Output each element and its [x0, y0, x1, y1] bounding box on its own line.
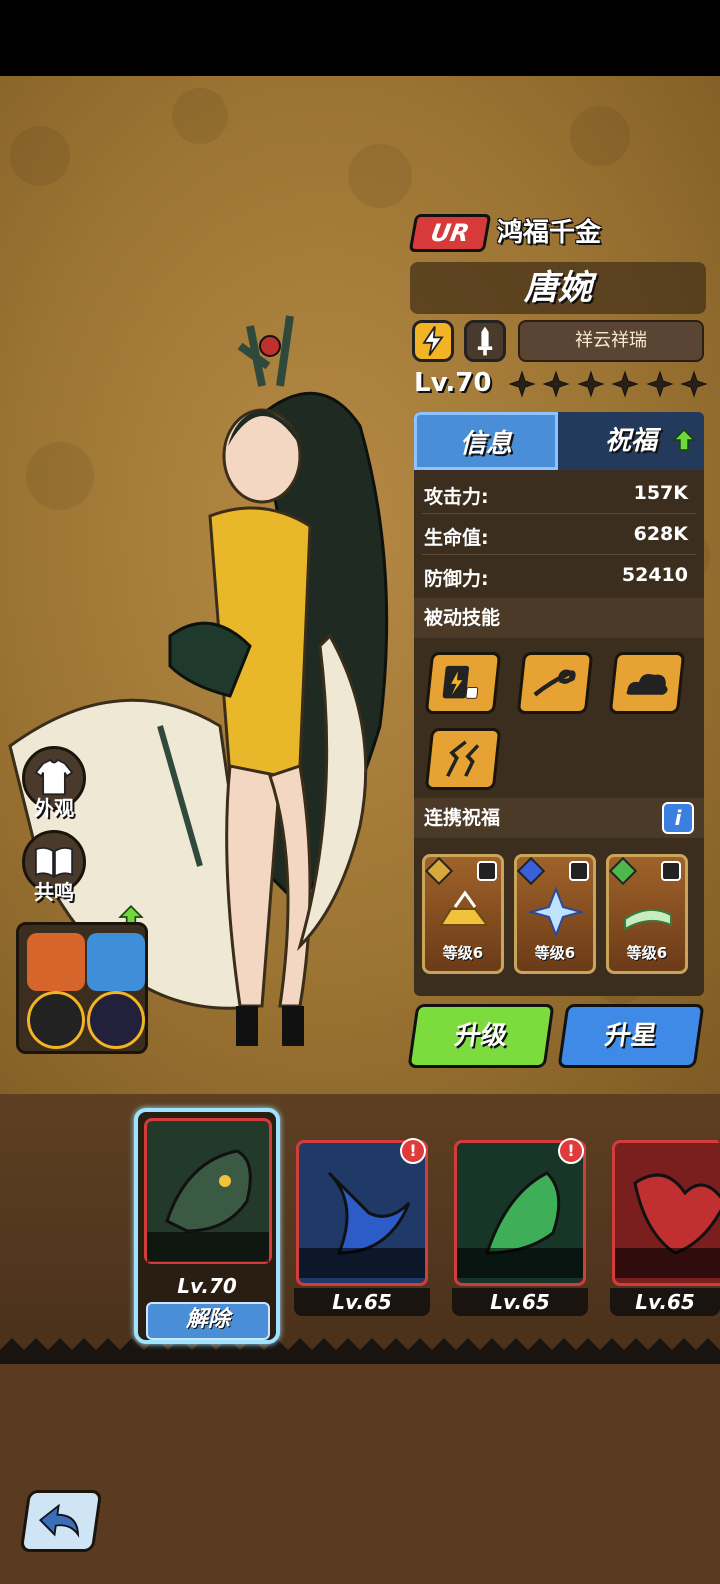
rarity-badge: UR: [408, 214, 492, 252]
appearance-label: 外观: [34, 796, 74, 820]
upgrade-button[interactable]: 升级: [407, 1004, 555, 1068]
mount-level: Lv.65: [294, 1288, 430, 1316]
hero-title: 鸿福千金: [497, 218, 602, 248]
tab-bless-label: 祝福: [604, 426, 657, 456]
heart-icon: [569, 861, 589, 881]
stat-defense-value: 52410: [621, 564, 688, 586]
pet-slot-2[interactable]: [87, 933, 145, 991]
mount-card[interactable]: Lv.65 !: [294, 1138, 430, 1316]
stat-attack: 攻击力: 157K: [422, 474, 696, 514]
skill-wind-icon[interactable]: [516, 652, 594, 714]
pet-slot-1[interactable]: [27, 933, 85, 991]
hero-level: Lv.70: [414, 368, 492, 398]
blessing-card-jade[interactable]: 等级6: [606, 854, 688, 974]
mount-level: Lv.70: [177, 1274, 237, 1298]
element-lightning-icon[interactable]: [412, 320, 454, 362]
alert-badge: !: [558, 1138, 584, 1164]
linked-blessings-header: 连携祝福 i: [414, 798, 704, 838]
mount-stars: [299, 1248, 425, 1278]
blessing-card-gold[interactable]: 等级6: [422, 854, 504, 974]
mount-stars: [147, 1232, 269, 1262]
passive-skills-header: 被动技能: [414, 598, 704, 638]
hero-name: 唐婉: [410, 262, 706, 314]
star-icon: [542, 370, 570, 398]
back-arrow-icon: [38, 1503, 80, 1538]
stat-hp-label: 生命值:: [424, 527, 489, 549]
tab-info-label: 信息: [459, 429, 512, 459]
heart-icon: [661, 861, 681, 881]
heart-icon: [477, 861, 497, 881]
alert-badge: !: [400, 1138, 426, 1164]
stat-attack-value: 157K: [633, 482, 688, 504]
info-button[interactable]: i: [662, 802, 694, 834]
skin-name-button[interactable]: 祥云祥瑞: [518, 320, 704, 362]
mount-level: Lv.65: [452, 1288, 588, 1316]
class-sword-icon[interactable]: [464, 320, 506, 362]
crystal-icon: [527, 886, 585, 938]
blessing-level: 等级6: [534, 944, 576, 962]
mount-card[interactable]: Lv.65: [610, 1138, 720, 1316]
blessing-level: 等级6: [626, 944, 668, 962]
stat-attack-label: 攻击力:: [424, 486, 489, 508]
pet-slot-4[interactable]: [87, 991, 145, 1049]
tab-info[interactable]: 信息: [414, 412, 558, 470]
star-icon: [577, 370, 605, 398]
stat-hp: 生命值: 628K: [422, 515, 696, 555]
blessing-level: 等级6: [442, 944, 484, 962]
stat-defense: 防御力: 52410: [422, 556, 696, 596]
mount-card-selected[interactable]: Lv.70 解除: [134, 1108, 280, 1344]
stat-defense-label: 防御力:: [424, 568, 489, 590]
star-icon: [611, 370, 639, 398]
star-rating: [508, 370, 708, 400]
element-icon: [608, 856, 638, 886]
skill-card-lightning-icon[interactable]: [424, 652, 502, 714]
resonance-label: 共鸣: [34, 880, 74, 904]
skill-cloud-icon[interactable]: [608, 652, 686, 714]
element-icon: [424, 856, 454, 886]
jade-scroll-icon: [624, 908, 672, 931]
status-bar: [0, 0, 720, 76]
star-up-button[interactable]: 升星: [557, 1004, 705, 1068]
tab-bless[interactable]: 祝福: [558, 412, 704, 470]
strip-edge-decoration: [0, 1338, 720, 1366]
mount-stars: [615, 1248, 720, 1278]
star-icon: [645, 370, 674, 398]
blessing-card-crystal[interactable]: 等级6: [514, 854, 596, 974]
element-icon: [516, 856, 546, 886]
mount-stars: [457, 1248, 583, 1278]
gold-ingot-icon: [439, 890, 489, 926]
skill-crack-icon[interactable]: [424, 728, 502, 790]
stat-hp-value: 628K: [633, 523, 688, 545]
release-button[interactable]: 解除: [146, 1302, 270, 1340]
lower-background: [0, 1364, 720, 1584]
hero-info-panel: 信息 祝福 攻击力: 157K 生命值: 628K 防御力: 52410 被动技…: [414, 412, 704, 996]
star-icon: [680, 370, 708, 398]
linked-blessings-label: 连携祝福: [424, 807, 501, 829]
mount-card[interactable]: Lv.65 !: [452, 1138, 588, 1316]
pet-grid: [16, 922, 148, 1054]
star-icon: [508, 370, 536, 398]
mount-level: Lv.65: [610, 1288, 720, 1316]
pet-slot-3[interactable]: [27, 991, 85, 1049]
upgrade-arrow-icon: [672, 428, 696, 451]
back-button[interactable]: [19, 1490, 103, 1552]
